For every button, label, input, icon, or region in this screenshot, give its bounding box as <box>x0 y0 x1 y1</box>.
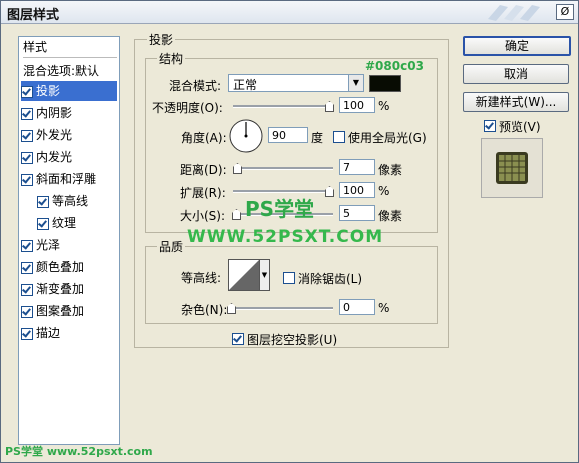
preview-label: 预览(V) <box>499 120 541 134</box>
spread-unit: % <box>378 184 390 198</box>
style-item-inner-shadow[interactable]: 内阴影 <box>21 103 72 123</box>
chevron-down-icon: ▼ <box>348 75 363 91</box>
distance-slider[interactable] <box>233 167 333 170</box>
angle-label: 角度(A): <box>181 131 227 145</box>
checkbox-icon[interactable] <box>37 195 49 208</box>
window-title: 图层样式 <box>7 8 60 23</box>
noise-slider[interactable] <box>227 307 333 310</box>
anti-alias-label: 消除锯齿(L) <box>298 272 363 286</box>
style-item-satin[interactable]: 光泽 <box>21 235 60 255</box>
footer-watermark: PS学堂 www.52psxt.com <box>5 445 153 458</box>
style-item-label: 颜色叠加 <box>36 260 85 274</box>
style-item-label: 内发光 <box>36 150 73 164</box>
noise-label: 杂色(N): <box>181 303 228 317</box>
checkbox-icon[interactable] <box>21 283 33 296</box>
style-item-texture[interactable]: 纹理 <box>37 213 76 233</box>
quality-title: 品质 <box>157 238 186 255</box>
checkbox-icon[interactable] <box>21 305 33 318</box>
layer-style-dialog: 图层样式 Ø 样式 混合选项:默认 投影 内阴影 外发光 内发光 斜面和浮雕 等… <box>0 0 579 463</box>
distance-input[interactable]: 7 <box>339 159 375 175</box>
url-watermark: WWW.52PSXT.COM <box>187 227 384 247</box>
checkbox-icon[interactable] <box>21 85 33 98</box>
checkbox-icon[interactable] <box>21 107 33 120</box>
style-item-label: 渐变叠加 <box>36 282 85 296</box>
size-unit: 像素 <box>378 209 403 223</box>
title-bar: 图层样式 Ø <box>1 1 578 24</box>
style-item-contour[interactable]: 等高线 <box>37 191 88 211</box>
knockout-label: 图层挖空投影(U) <box>247 333 338 347</box>
anti-alias-checkbox[interactable] <box>283 272 295 284</box>
angle-input[interactable]: 90 <box>268 127 308 143</box>
blend-mode-label: 混合模式: <box>169 79 222 93</box>
styles-header[interactable]: 样式 <box>23 37 117 58</box>
windows-logo-icon <box>488 5 540 21</box>
preview-thumbnail <box>481 138 543 198</box>
contour-icon <box>229 260 259 290</box>
preview-swatch-icon <box>496 152 528 184</box>
distance-label: 距离(D): <box>180 163 227 177</box>
style-item-label: 斜面和浮雕 <box>36 172 97 186</box>
opacity-label: 不透明度(O): <box>152 101 223 115</box>
checkbox-icon[interactable] <box>21 239 33 252</box>
chevron-down-icon[interactable]: ▼ <box>259 260 269 290</box>
style-item-pattern-overlay[interactable]: 图案叠加 <box>21 301 84 321</box>
shadow-color-swatch[interactable] <box>369 75 401 92</box>
style-item-label: 外发光 <box>36 128 73 142</box>
checkbox-icon[interactable] <box>21 327 33 340</box>
distance-unit: 像素 <box>378 163 403 177</box>
checkbox-icon[interactable] <box>37 217 49 230</box>
color-hex-label: #080c03 <box>365 59 424 73</box>
angle-unit: 度 <box>311 131 324 145</box>
style-item-label: 描边 <box>36 326 61 340</box>
style-item-label: 图案叠加 <box>36 304 85 318</box>
global-light-label: 使用全局光(G) <box>348 131 427 145</box>
style-item-stroke[interactable]: 描边 <box>21 323 60 343</box>
spread-input[interactable]: 100 <box>339 182 375 198</box>
checkbox-icon[interactable] <box>21 261 33 274</box>
blend-mode-select[interactable]: 正常 ▼ <box>228 74 364 92</box>
style-item-label: 光泽 <box>36 238 61 252</box>
checkbox-icon[interactable] <box>21 173 33 186</box>
structure-title: 结构 <box>157 50 186 67</box>
contour-picker[interactable]: ▼ <box>228 259 270 291</box>
ps-watermark: PS学堂 <box>245 197 315 221</box>
style-item-label: 纹理 <box>52 216 77 230</box>
style-item-bevel-emboss[interactable]: 斜面和浮雕 <box>21 169 96 189</box>
new-style-button[interactable]: 新建样式(W)... <box>463 92 569 112</box>
style-item-gradient-overlay[interactable]: 渐变叠加 <box>21 279 84 299</box>
global-light-checkbox[interactable] <box>333 131 345 143</box>
size-input[interactable]: 5 <box>339 205 375 221</box>
style-item-color-overlay[interactable]: 颜色叠加 <box>21 257 84 277</box>
section-title: 投影 <box>147 31 176 48</box>
blending-options-item[interactable]: 混合选项:默认 <box>23 61 117 82</box>
noise-unit: % <box>378 301 390 315</box>
opacity-input[interactable]: 100 <box>339 97 375 113</box>
blend-mode-value: 正常 <box>233 78 258 92</box>
style-item-inner-glow[interactable]: 内发光 <box>21 147 72 167</box>
contour-label: 等高线: <box>181 271 222 285</box>
opacity-slider[interactable] <box>233 105 333 108</box>
checkbox-icon[interactable] <box>21 129 33 142</box>
close-button[interactable]: Ø <box>556 4 574 20</box>
checkbox-icon[interactable] <box>21 151 33 164</box>
style-item-outer-glow[interactable]: 外发光 <box>21 125 72 145</box>
style-item-label: 等高线 <box>52 194 89 208</box>
ok-button[interactable]: 确定 <box>463 36 571 56</box>
cancel-button[interactable]: 取消 <box>463 64 569 84</box>
noise-input[interactable]: 0 <box>339 299 375 315</box>
opacity-unit: % <box>378 99 390 113</box>
angle-dial-icon[interactable] <box>228 118 264 154</box>
knockout-checkbox[interactable] <box>232 333 244 345</box>
preview-checkbox[interactable] <box>484 120 496 132</box>
style-item-drop-shadow[interactable]: 投影 <box>21 81 117 101</box>
spread-label: 扩展(R): <box>180 186 226 200</box>
size-label: 大小(S): <box>180 209 226 223</box>
style-item-label: 内阴影 <box>36 106 73 120</box>
style-item-label: 投影 <box>36 84 61 98</box>
style-list: 样式 混合选项:默认 投影 内阴影 外发光 内发光 斜面和浮雕 等高线 纹理 光… <box>18 36 120 445</box>
